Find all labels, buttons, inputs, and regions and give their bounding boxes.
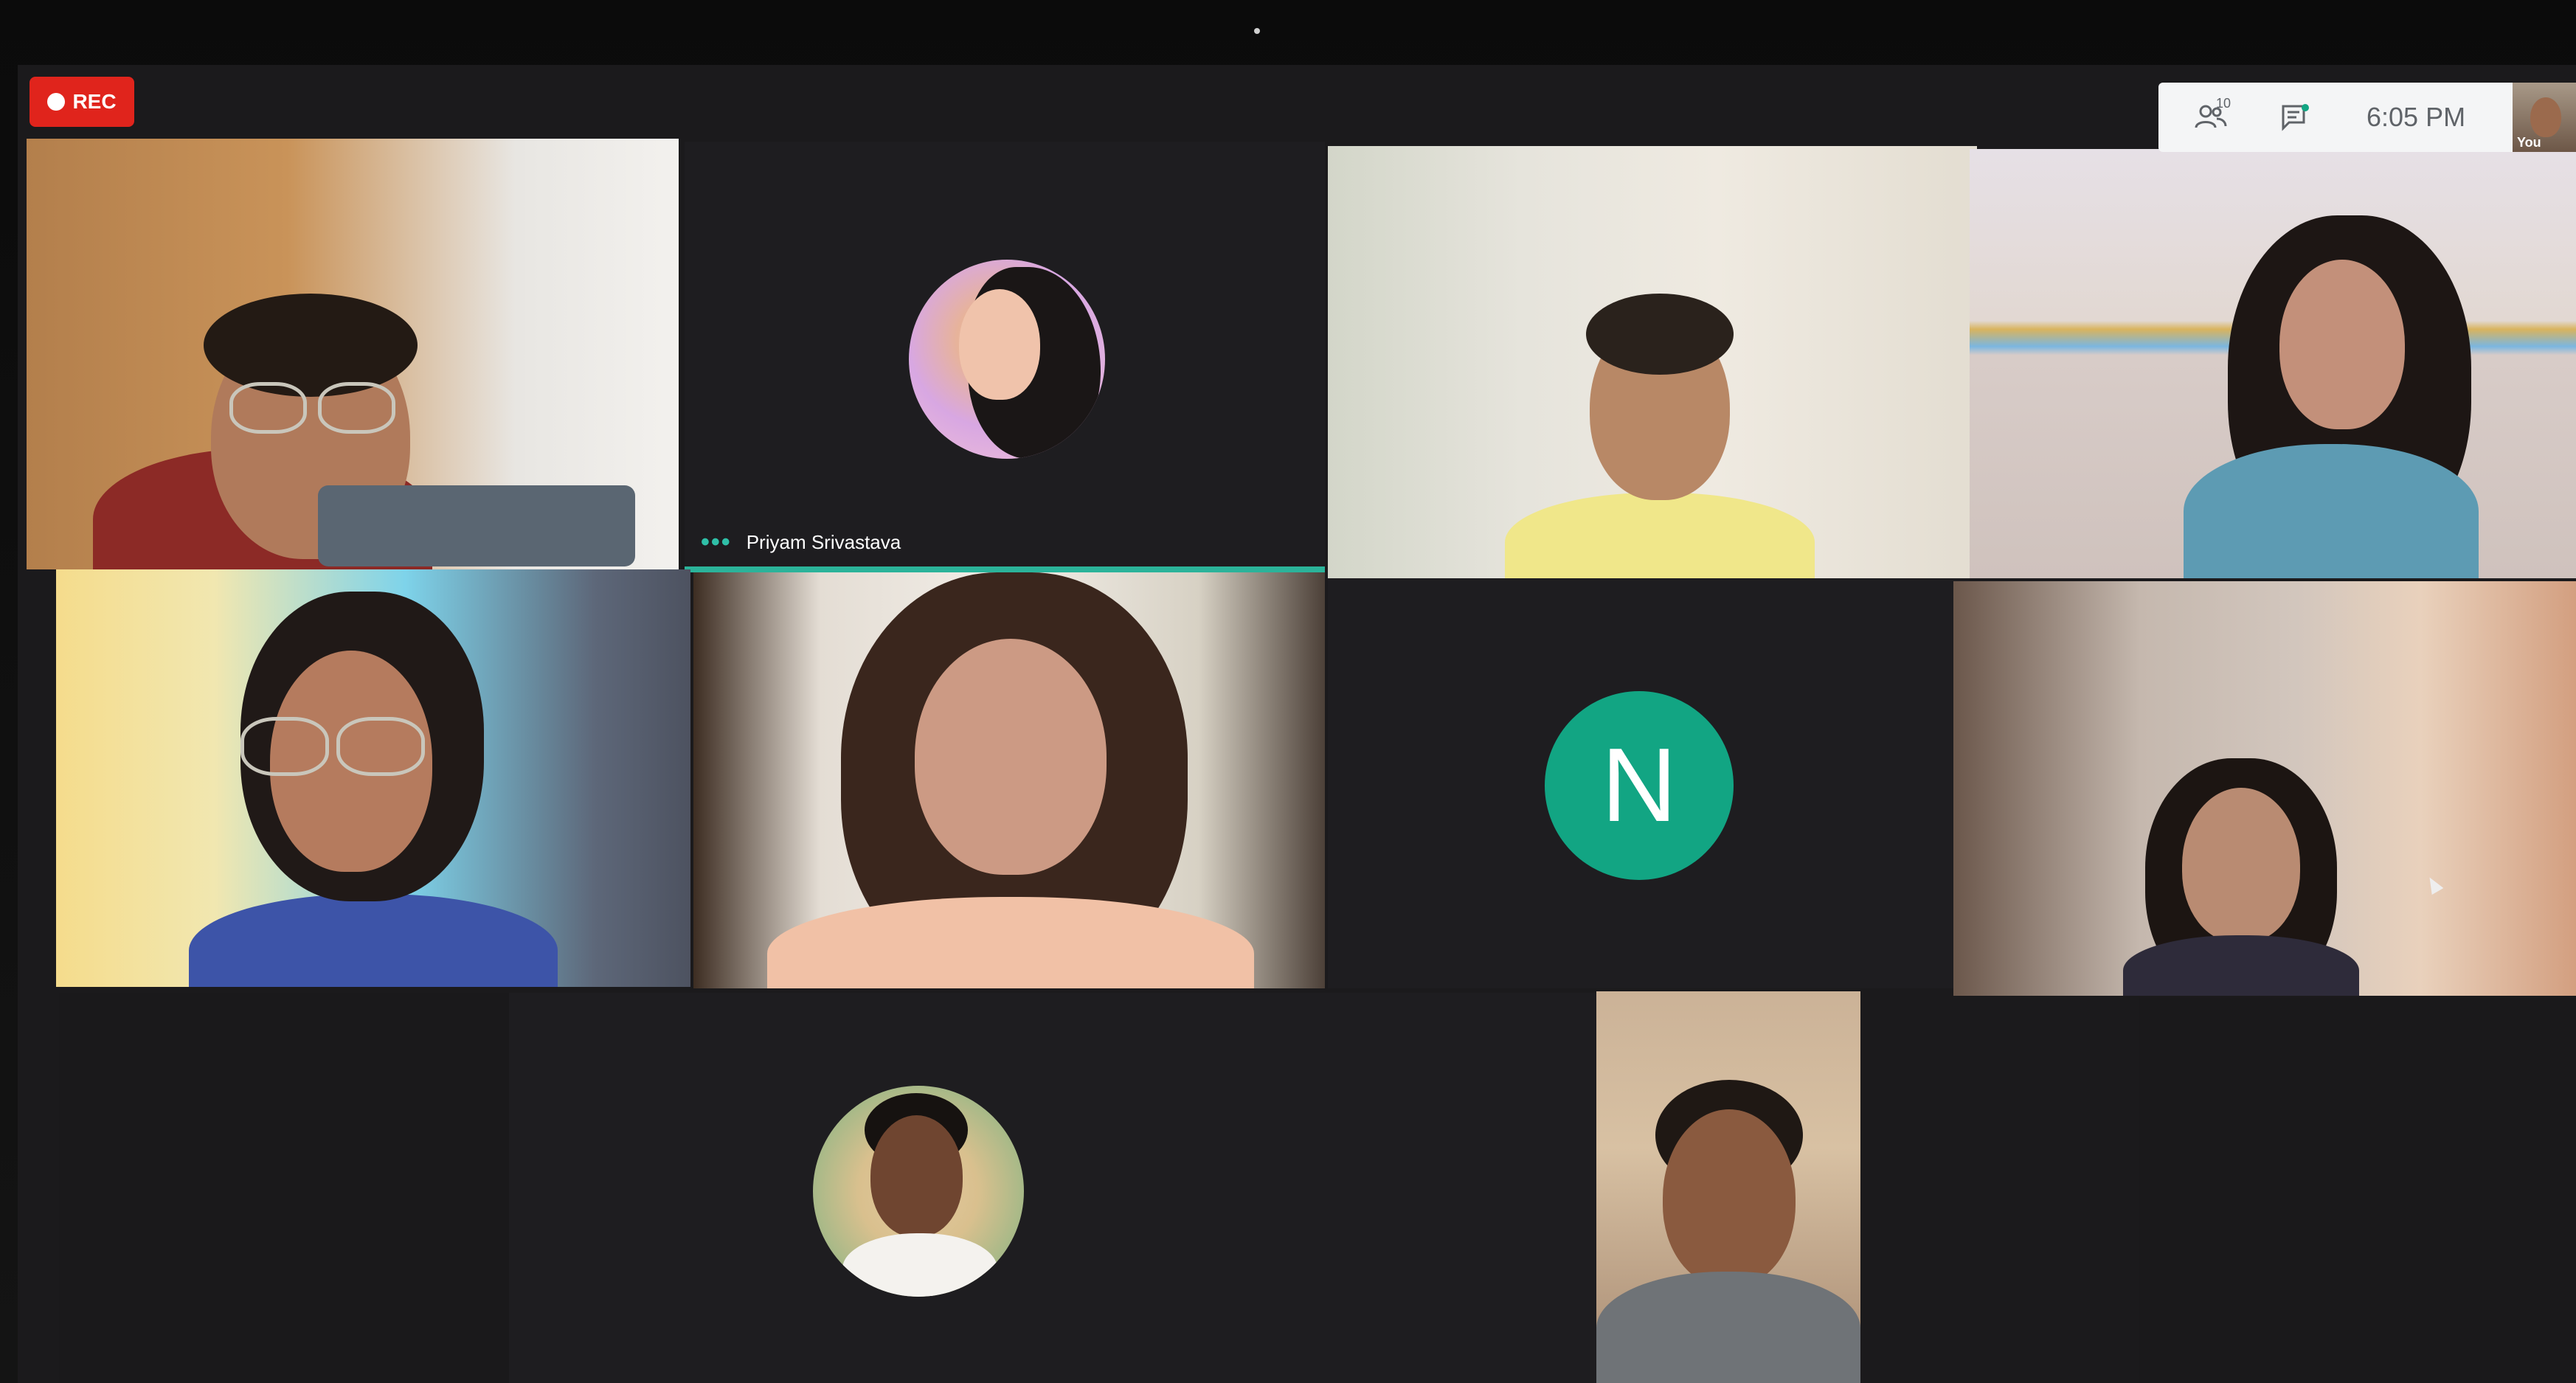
video-tile-3[interactable] (1328, 146, 1977, 578)
participant-face (2182, 788, 2300, 943)
video-tile-8[interactable] (1953, 581, 2576, 996)
glasses (240, 717, 329, 776)
video-tile-11[interactable] (1596, 991, 1860, 1383)
chat-icon (2282, 104, 2309, 131)
video-tile-10[interactable] (509, 993, 1616, 1383)
webcam-dot (1254, 28, 1260, 34)
video-tile-12[interactable] (2139, 997, 2576, 1383)
participant-avatar-photo (909, 260, 1105, 459)
recording-label: REC (72, 90, 117, 113)
avatar-face (959, 289, 1040, 400)
glasses (229, 382, 307, 434)
chat-button[interactable] (2268, 83, 2322, 152)
participant-figure (1505, 493, 1815, 578)
self-face (2530, 97, 2561, 137)
participant-figure (1596, 1272, 1860, 1383)
avatar-face (870, 1115, 963, 1237)
recording-badge: REC (30, 77, 134, 127)
participant-initial-avatar: N (1545, 691, 1734, 880)
self-view-tile[interactable]: You (2513, 83, 2576, 152)
self-label: You (2517, 135, 2541, 150)
participants-button[interactable]: 10 (2184, 83, 2238, 152)
participant-face (915, 639, 1107, 875)
glasses (336, 717, 425, 776)
meeting-clock: 6:05 PM (2366, 102, 2466, 132)
phone (318, 485, 635, 566)
participant-name-bar: ••• Priyam Srivastava (701, 530, 901, 555)
video-tile-9[interactable] (59, 993, 509, 1383)
participant-figure (2184, 444, 2479, 578)
participant-hair (204, 294, 418, 397)
participant-avatar-photo (813, 1086, 1024, 1297)
video-tile-1[interactable] (27, 139, 679, 569)
active-speaker-indicator (685, 566, 1325, 572)
video-tile-4[interactable] (1970, 149, 2576, 578)
participant-face (2279, 260, 2405, 429)
video-tile-5[interactable] (56, 569, 690, 987)
participants-count: 10 (2215, 96, 2231, 111)
more-dots-icon[interactable]: ••• (701, 530, 732, 555)
participant-hair (1586, 294, 1734, 375)
participant-figure (767, 897, 1254, 988)
participant-name: Priyam Srivastava (746, 530, 901, 553)
meeting-info-panel: 10 6:05 PM (2158, 83, 2513, 152)
record-dot-icon (47, 93, 66, 111)
participant-figure (2123, 935, 2359, 996)
participant-figure (189, 894, 558, 987)
glasses (318, 382, 395, 434)
avatar-figure (842, 1233, 997, 1297)
participant-face (1663, 1109, 1796, 1286)
video-tile-6[interactable] (693, 572, 1325, 988)
